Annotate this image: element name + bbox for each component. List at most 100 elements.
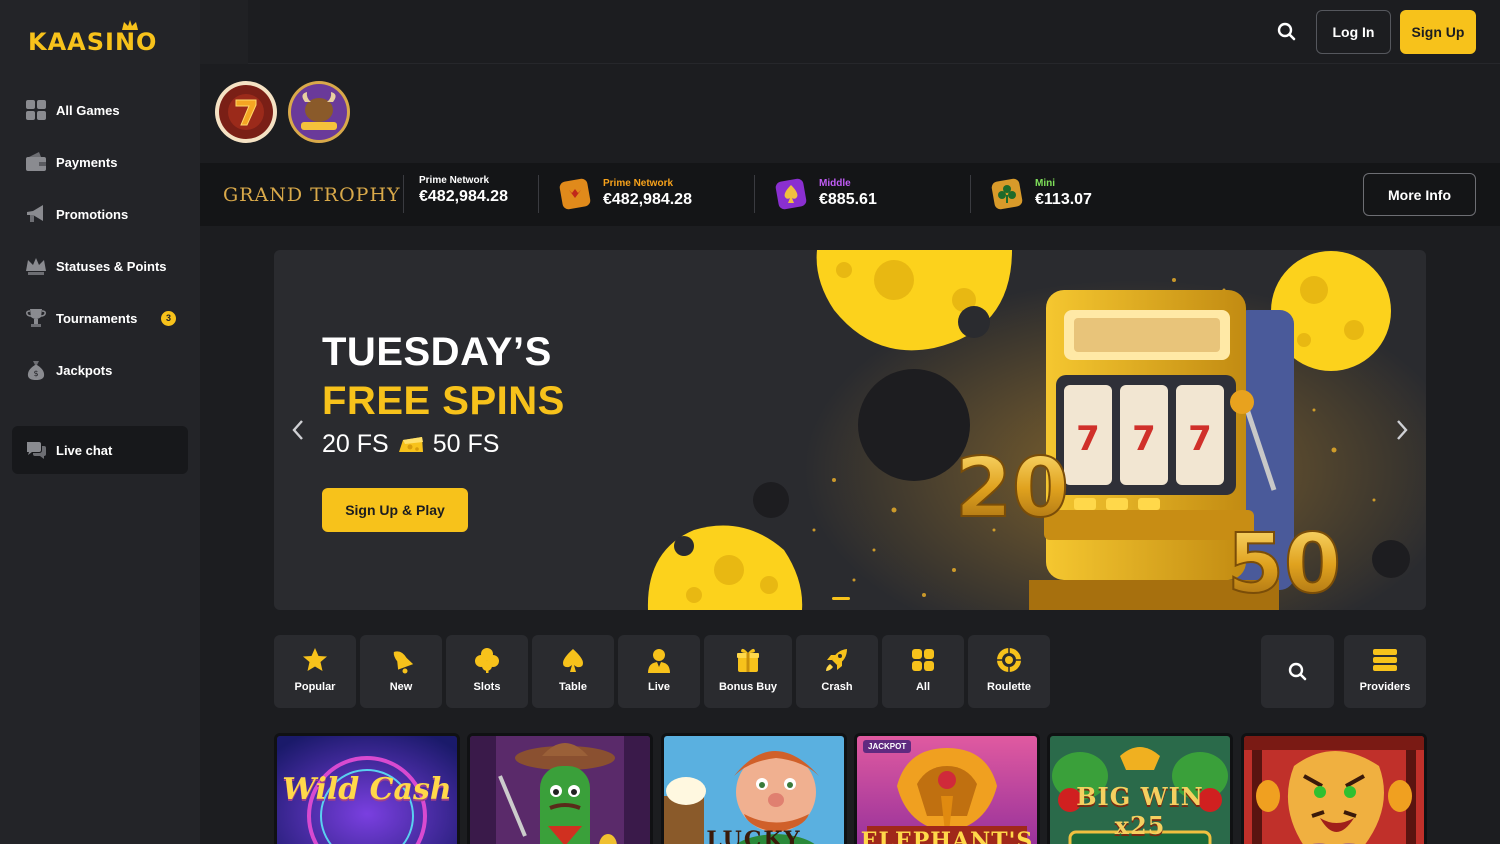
carousel-next-icon[interactable] <box>1392 417 1412 443</box>
clover-icon <box>475 648 499 673</box>
jackpot-bar: GRAND TROPHY Prime Network €482,984.28 P… <box>200 163 1500 226</box>
star-icon <box>303 648 327 671</box>
providers-label: Providers <box>1359 681 1411 693</box>
money-bag-icon: $ <box>25 359 47 381</box>
crown-logo-icon <box>122 20 138 30</box>
trophy-icon <box>25 307 47 329</box>
jackpot-mini: Mini €113.07 <box>1035 178 1092 218</box>
sidebar-item-label: Statuses & Points <box>56 258 167 274</box>
sidebar-item-tournaments[interactable]: Tournaments 3 <box>0 292 200 344</box>
dealer-icon <box>648 649 670 673</box>
game-tile-cactus-cowboy[interactable] <box>467 733 653 844</box>
category-label: Bonus Buy <box>718 681 778 693</box>
search-icon[interactable] <box>1276 21 1298 43</box>
grid-icon <box>25 99 47 121</box>
kaasino-logo[interactable]: KAASINO <box>28 20 178 56</box>
bell-icon <box>393 651 414 674</box>
game-tile-elephants[interactable]: JACKPOT ELEPHANT'S <box>854 733 1040 844</box>
divider <box>538 175 539 213</box>
sidebar-item-jackpots[interactable]: $ Jackpots <box>0 344 200 396</box>
jackpot-middle: Middle €885.61 <box>819 178 877 218</box>
mini-clover-gem-icon <box>991 178 1023 210</box>
category-label: Table <box>559 681 587 693</box>
wallet-icon <box>25 151 47 173</box>
story-buffalo-king[interactable] <box>287 80 351 144</box>
category-label: Live <box>647 681 670 693</box>
category-popular[interactable]: Popular <box>274 635 356 708</box>
category-slots[interactable]: Slots <box>446 635 528 708</box>
jackpot-name: Mini <box>1035 178 1055 189</box>
sidebar-item-promotions[interactable]: Promotions <box>0 188 200 240</box>
cheese-icon <box>398 436 423 452</box>
signup-button[interactable]: Sign Up <box>1400 10 1476 54</box>
banner-number-50: 50 <box>1227 517 1341 610</box>
category-label: New <box>389 681 413 693</box>
rocket-icon <box>826 649 847 671</box>
game-tile-lucky[interactable]: LUCKY <box>661 733 847 844</box>
svg-text:7: 7 <box>1076 419 1100 459</box>
jackpot-value: €885.61 <box>819 191 877 208</box>
more-info-button[interactable]: More Info <box>1363 173 1476 216</box>
category-bonus-buy[interactable]: Bonus Buy <box>704 635 792 708</box>
banner-fs-second: 50 FS <box>432 430 500 458</box>
category-new[interactable]: New <box>360 635 442 708</box>
category-live[interactable]: Live <box>618 635 700 708</box>
jackpot-name: Prime Network <box>603 178 674 189</box>
middle-spade-gem-icon <box>775 178 807 210</box>
game-tile-wild-cash[interactable]: Wild Cash <box>274 733 460 844</box>
story-lucky-seven[interactable] <box>214 80 278 144</box>
category-all[interactable]: All <box>882 635 964 708</box>
gift-icon <box>737 648 759 672</box>
carousel-prev-icon[interactable] <box>288 417 308 443</box>
jackpot-value: €113.07 <box>1035 191 1092 208</box>
svg-text:$: $ <box>33 369 38 378</box>
header <box>248 0 1500 64</box>
search-icon <box>1288 662 1306 680</box>
svg-text:7: 7 <box>1132 419 1156 459</box>
cactus-cowboy-artwork <box>470 736 650 844</box>
game-search-button[interactable] <box>1261 635 1334 708</box>
game-tile-big-win-x25[interactable]: BIG WIN x25 <box>1047 733 1233 844</box>
cheese-moon-bottom <box>647 525 803 610</box>
category-label: Slots <box>473 681 501 693</box>
header-strip <box>200 0 248 64</box>
sidebar-item-payments[interactable]: Payments <box>0 136 200 188</box>
carousel-active-dot[interactable] <box>832 597 850 600</box>
category-table[interactable]: Table <box>532 635 614 708</box>
megaphone-icon <box>25 203 47 225</box>
lucky-seven-thumbnail <box>215 81 277 143</box>
providers-button[interactable]: Providers <box>1344 635 1426 708</box>
banner-free-spins-offer: 20 FS 50 FS <box>322 430 499 459</box>
live-chat-label: Live chat <box>56 442 113 458</box>
divider <box>754 175 755 213</box>
sidebar-item-label: All Games <box>56 102 120 118</box>
category-label: All <box>915 681 931 693</box>
sidebar-item-all-games[interactable]: All Games <box>0 84 200 136</box>
grid-icon <box>912 649 934 671</box>
spade-icon <box>563 649 583 672</box>
banner-title: TUESDAY’S <box>322 330 552 374</box>
promo-banner[interactable]: 7 7 7 20 50 TUESDAY’S FREE SPINS 20 FS 5… <box>274 250 1426 610</box>
cheese-moon-top <box>816 250 1012 351</box>
banner-subtitle: FREE SPINS <box>322 379 565 423</box>
jackpot-name: Prime Network <box>419 175 490 186</box>
category-label: Crash <box>821 681 853 693</box>
providers-stack-icon <box>1373 649 1397 671</box>
category-roulette[interactable]: Roulette <box>968 635 1050 708</box>
divider <box>403 175 404 213</box>
tiger-artwork <box>1244 736 1424 844</box>
jackpot-badge: JACKPOT <box>863 740 912 753</box>
grand-trophy-title: GRAND TROPHY <box>223 184 401 206</box>
sidebar-item-statuses-points[interactable]: Statuses & Points <box>0 240 200 292</box>
sidebar-item-label: Jackpots <box>56 362 113 378</box>
login-button[interactable]: Log In <box>1316 10 1391 54</box>
signup-play-button[interactable]: Sign Up & Play <box>322 488 468 532</box>
banner-number-20: 20 <box>955 441 1069 536</box>
live-chat-button[interactable]: Live chat <box>12 426 188 474</box>
jackpot-prime-network-total: Prime Network €482,984.28 <box>419 175 508 215</box>
game-tile-tiger[interactable] <box>1241 733 1427 844</box>
roulette-icon <box>997 648 1021 672</box>
buffalo-king-thumbnail <box>288 81 350 143</box>
sidebar-nav: All Games Payments Promotions Statuses &… <box>0 84 200 396</box>
category-crash[interactable]: Crash <box>796 635 878 708</box>
